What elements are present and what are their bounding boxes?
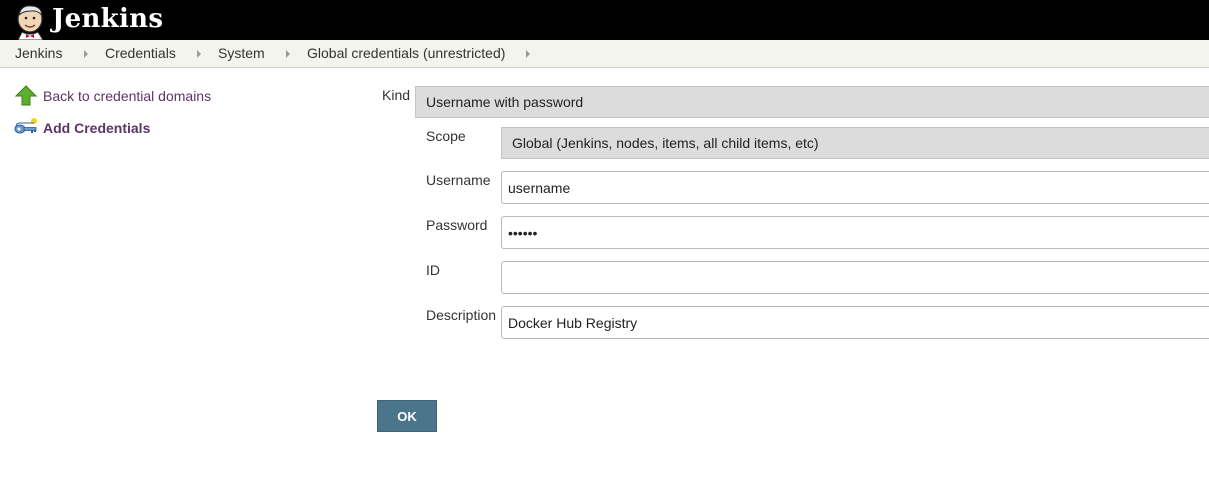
breadcrumb-system[interactable]: System <box>218 40 265 67</box>
sidebar-item-back-to-domains[interactable]: Back to credential domains <box>14 84 214 108</box>
breadcrumb-global-credentials[interactable]: Global credentials (unrestricted) <box>307 40 505 67</box>
id-field[interactable] <box>501 261 1209 294</box>
breadcrumb-arrow-icon[interactable] <box>197 50 201 58</box>
username-field[interactable] <box>501 171 1209 204</box>
jenkins-butler-icon[interactable] <box>13 3 49 40</box>
scope-label: Scope <box>426 128 466 144</box>
ok-button[interactable]: OK <box>377 400 437 432</box>
breadcrumb-credentials[interactable]: Credentials <box>105 40 176 67</box>
breadcrumb-arrow-icon[interactable] <box>526 50 530 58</box>
breadcrumb: Jenkins Credentials System Global creden… <box>0 40 1209 68</box>
kind-label: Kind <box>382 87 411 103</box>
top-header: Jenkins <box>0 0 1209 40</box>
description-label: Description <box>426 307 497 323</box>
breadcrumb-arrow-icon[interactable] <box>84 50 88 58</box>
breadcrumb-jenkins[interactable]: Jenkins <box>15 40 62 67</box>
id-label: ID <box>426 262 440 278</box>
username-label: Username <box>426 172 491 188</box>
description-field[interactable] <box>501 306 1209 339</box>
sidebar-item-add-credentials[interactable]: Add Credentials <box>14 116 154 140</box>
key-icon <box>14 118 37 134</box>
password-label: Password <box>426 217 488 233</box>
password-field[interactable] <box>501 216 1209 249</box>
app-title[interactable]: Jenkins <box>52 2 163 36</box>
scope-select[interactable]: Global (Jenkins, nodes, items, all child… <box>501 127 1209 159</box>
sidebar-item-label[interactable]: Back to credential domains <box>43 88 211 104</box>
kind-select[interactable]: Username with password <box>415 86 1209 118</box>
up-arrow-icon <box>14 85 38 106</box>
breadcrumb-arrow-icon[interactable] <box>286 50 290 58</box>
sidebar-item-label[interactable]: Add Credentials <box>43 120 150 136</box>
